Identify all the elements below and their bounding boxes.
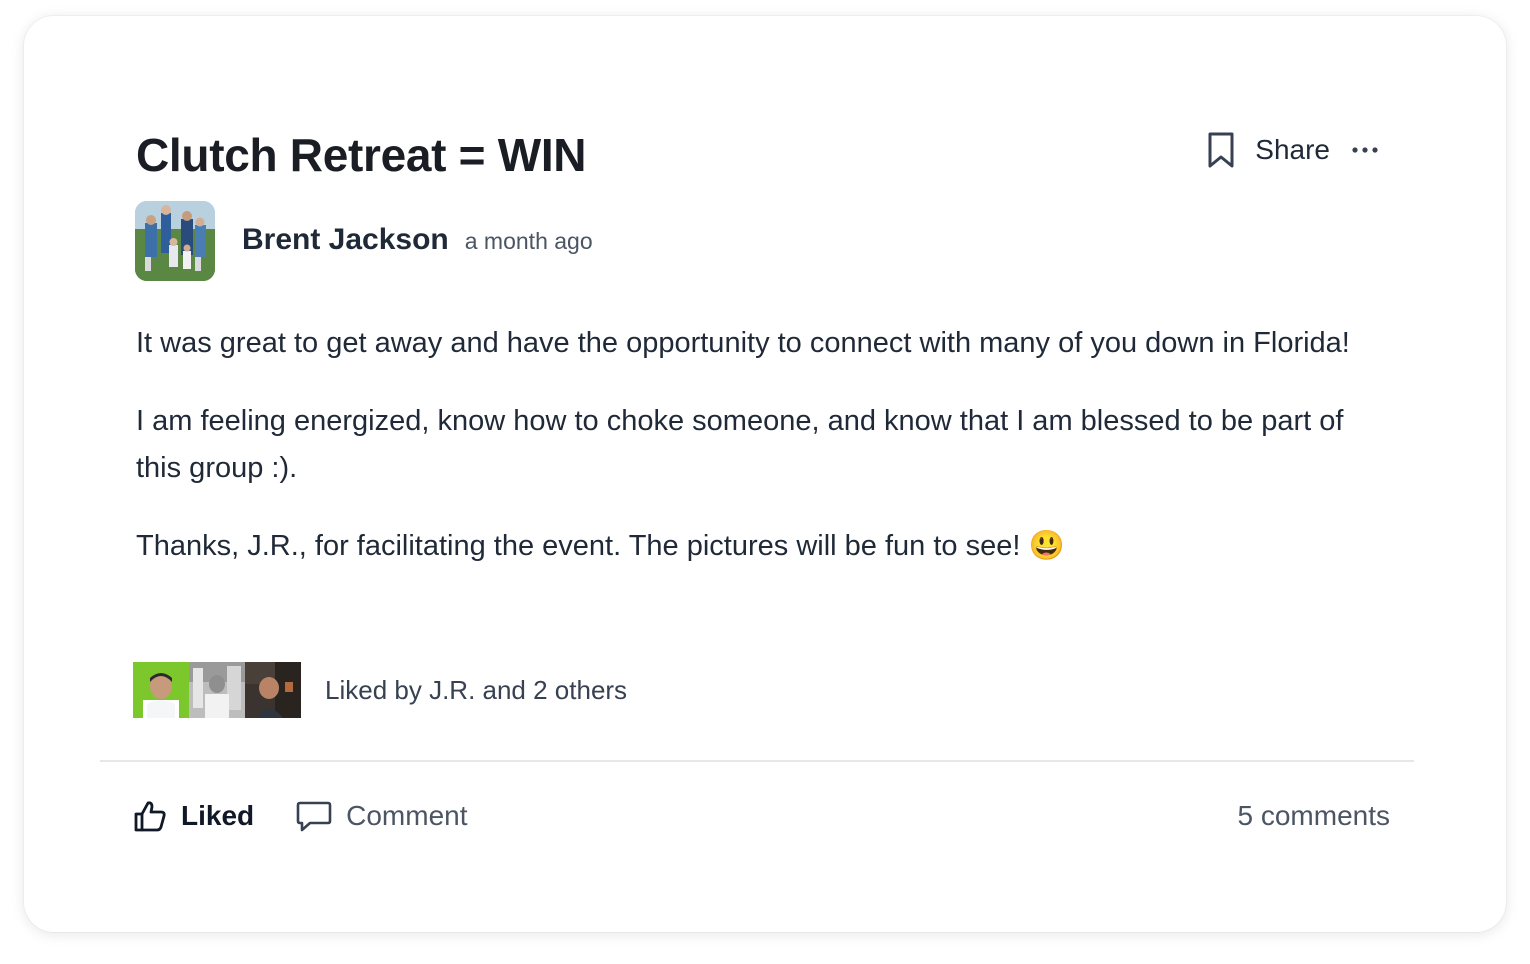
liker-avatar[interactable]: [189, 662, 245, 718]
share-button[interactable]: Share: [1255, 134, 1330, 166]
post-timestamp: a month ago: [464, 228, 593, 254]
liker-avatar[interactable]: [245, 662, 301, 718]
like-button-label: Liked: [181, 800, 255, 831]
bookmark-button[interactable]: [1203, 130, 1239, 170]
post-card: Clutch Retreat = WIN Share Brent Jackson…: [24, 16, 1506, 932]
comment-button-label: Comment: [346, 800, 468, 831]
author-meta: Brent Jackson a month ago: [242, 223, 593, 257]
post-footer: Liked Comment 5 comments: [133, 794, 1390, 838]
comment-icon: [296, 801, 332, 832]
bookmark-icon: [1208, 132, 1234, 168]
thumbs-up-icon: [134, 801, 166, 832]
post-title: Clutch Retreat = WIN: [136, 129, 587, 181]
likes-row[interactable]: Liked by J.R. and 2 others: [133, 662, 627, 718]
more-button[interactable]: [1348, 140, 1382, 160]
author-avatar[interactable]: [135, 201, 215, 281]
more-icon: [1352, 147, 1378, 153]
post-body: It was great to get away and have the op…: [136, 320, 1386, 601]
author-row: Brent Jackson a month ago: [135, 201, 593, 281]
comments-count[interactable]: 5 comments: [1238, 800, 1391, 832]
divider: [100, 760, 1414, 762]
comment-button[interactable]: Comment: [296, 799, 468, 833]
likes-summary[interactable]: Liked by J.R. and 2 others: [325, 675, 627, 706]
post-top-actions: Share: [1203, 130, 1382, 170]
like-button[interactable]: Liked: [133, 799, 254, 833]
post-paragraph: Thanks, J.R., for facilitating the event…: [136, 530, 1065, 562]
post-paragraph: I am feeling energized, know how to chok…: [136, 405, 1344, 484]
post-paragraph: It was great to get away and have the op…: [136, 327, 1350, 359]
author-name[interactable]: Brent Jackson: [242, 223, 449, 257]
avatar-photo: [135, 201, 215, 281]
liker-avatar[interactable]: [133, 662, 189, 718]
